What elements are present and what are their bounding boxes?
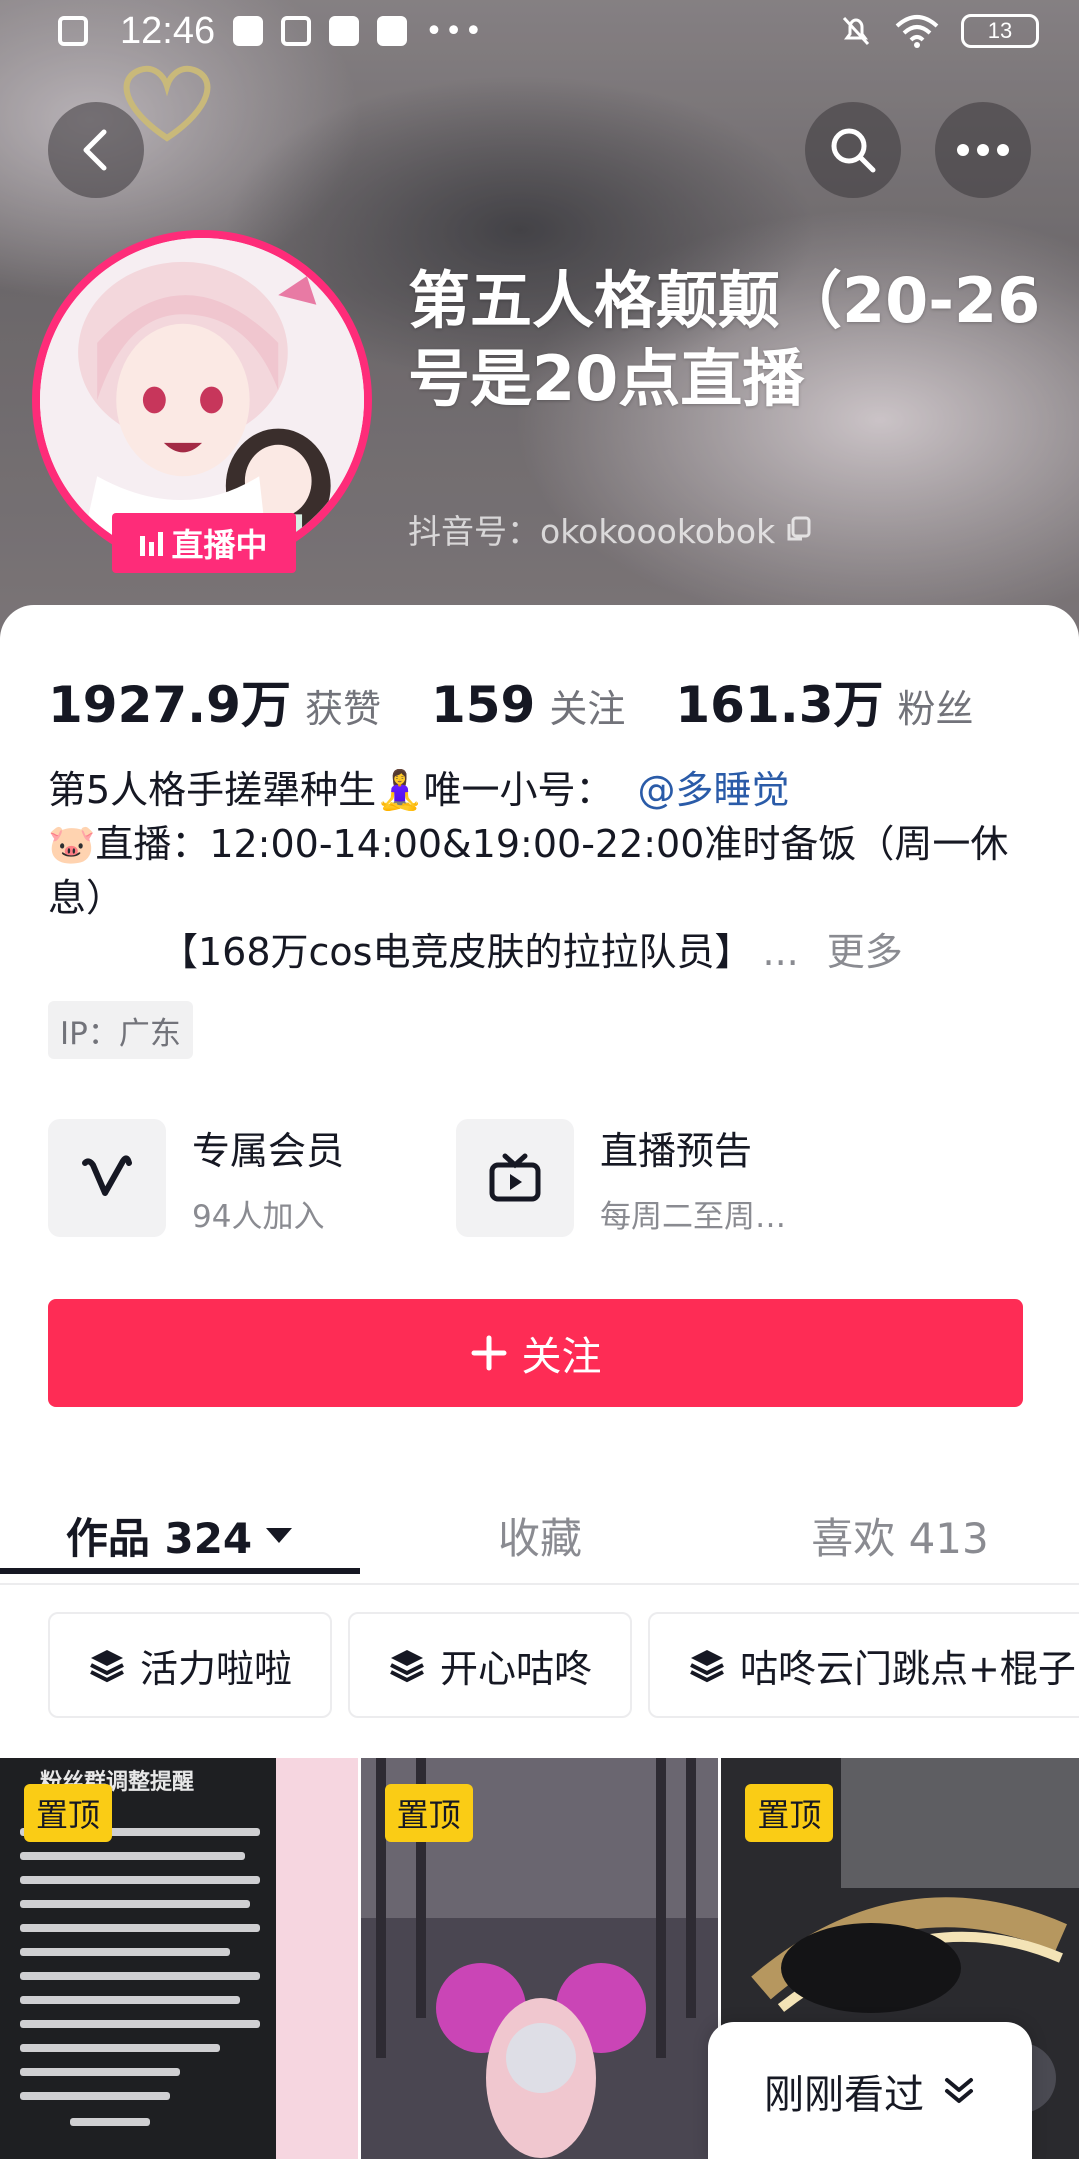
live-schedule-entry[interactable]: 直播预告 每周二至周… <box>456 1119 786 1237</box>
app-notification-icon <box>281 16 312 46</box>
mute-bell-icon <box>842 16 870 46</box>
tab-favorites-label: 收藏 <box>497 1513 582 1563</box>
profile-stats: 1927.9万 获赞 159 关注 161.3万 粉丝 <box>48 665 974 737</box>
more-dots-icon <box>957 144 1009 156</box>
recently-viewed-label: 刚刚看过 <box>764 2071 924 2118</box>
collection-chip-label: 开心咕咚 <box>440 1646 593 1691</box>
recently-viewed-button[interactable]: 刚刚看过 <box>708 2022 1032 2159</box>
video-thumbnail[interactable]: 置顶 粉丝群调整提醒 <box>0 1758 358 2159</box>
copy-icon[interactable] <box>785 515 813 543</box>
collection-chip-label: 咕咚云门跳点+棍子 <box>740 1646 1076 1691</box>
membership-entry[interactable]: 专属会员 94人加入 <box>48 1119 344 1237</box>
tab-likes-label: 喜欢 413 <box>811 1513 989 1563</box>
collection-chip[interactable]: 咕咚云门跳点+棍子 <box>648 1612 1079 1718</box>
live-bars-icon <box>140 530 164 556</box>
caret-down-icon <box>266 1528 293 1543</box>
double-chevron-down-icon <box>945 2077 973 2103</box>
search-button[interactable] <box>805 102 901 198</box>
tv-live-icon <box>489 1153 541 1202</box>
pinned-badge: 置顶 <box>24 1784 113 1842</box>
back-button[interactable] <box>48 102 144 198</box>
app-notification-icon <box>377 16 408 46</box>
notification-icon <box>58 16 88 46</box>
tab-works-label: 作品 324 <box>65 1513 253 1563</box>
pinned-badge: 置顶 <box>384 1784 473 1842</box>
collection-chip[interactable]: 开心咕咚 <box>348 1612 633 1718</box>
pinned-badge: 置顶 <box>745 1784 834 1842</box>
v-membership-icon <box>82 1155 132 1196</box>
wifi-icon <box>895 15 939 48</box>
bio-line-2: 🐷直播：12:00-14:00&19:00-22:00准时备饭（周一休息） <box>48 822 1009 920</box>
active-tab-indicator <box>0 1568 360 1574</box>
layers-icon <box>690 1650 724 1683</box>
douyin-id[interactable]: 抖音号：okokoookobok <box>408 505 813 553</box>
battery-indicator: 13 <box>961 14 1039 48</box>
collection-chips: 活力啦啦 开心咕咚 咕咚云门跳点+棍子 <box>48 1612 1079 1718</box>
bio-ellipsis: ... <box>762 930 799 974</box>
thumbnail-text-lines <box>20 1828 260 2126</box>
membership-icon-box <box>48 1119 166 1237</box>
collection-chip-label: 活力啦啦 <box>140 1646 293 1691</box>
app-notification-icon <box>233 16 264 46</box>
live-badge-label: 直播中 <box>171 526 268 564</box>
status-bar: 12:46 ••• 13 <box>0 0 1079 62</box>
following-label[interactable]: 关注 <box>549 678 625 733</box>
live-schedule-subtitle: 每周二至周… <box>600 1199 786 1235</box>
app-notification-icon <box>329 16 360 46</box>
layers-icon <box>390 1650 424 1683</box>
follow-button-label: 关注 <box>521 1334 602 1380</box>
collection-chip[interactable]: 活力啦啦 <box>48 1612 333 1718</box>
douyin-id-text: 抖音号：okokoookobok <box>408 512 776 551</box>
following-count[interactable]: 159 <box>431 676 535 734</box>
live-badge[interactable]: 直播中 <box>112 513 296 573</box>
ip-location-tag: IP：广东 <box>48 1001 193 1059</box>
live-schedule-title: 直播预告 <box>600 1129 753 1173</box>
tab-favorites[interactable]: 收藏 <box>360 1485 720 1585</box>
more-notifications-icon: ••• <box>425 13 485 49</box>
bio-mention-link[interactable]: @多睡觉 <box>638 768 790 812</box>
followers-count[interactable]: 161.3万 <box>675 665 883 737</box>
layers-icon <box>90 1650 124 1683</box>
likes-count: 1927.9万 <box>48 676 291 734</box>
status-time: 12:46 <box>120 9 216 52</box>
likes-label: 获赞 <box>304 687 381 731</box>
more-options-button[interactable] <box>935 102 1031 198</box>
tab-likes[interactable]: 喜欢 413 <box>720 1485 1079 1585</box>
live-schedule-icon-box <box>456 1119 574 1237</box>
followers-label[interactable]: 粉丝 <box>898 678 974 733</box>
membership-subtitle: 94人加入 <box>192 1199 325 1235</box>
membership-title: 专属会员 <box>192 1129 345 1173</box>
follow-button[interactable]: 关注 <box>48 1299 1023 1407</box>
bio-line-3: 【168万cos电竞皮肤的拉拉队员】 <box>160 930 753 974</box>
bio-more-link[interactable]: 更多 <box>827 930 903 974</box>
bio: 第5人格手搓犟种生🧘‍♀️唯一小号： @多睡觉 🐷直播：12:00-14:00&1… <box>48 763 1048 979</box>
profile-content: 1927.9万 获赞 159 关注 161.3万 粉丝 第5人格手搓犟种生🧘‍♀… <box>0 605 1079 2159</box>
plus-icon <box>471 1335 506 1371</box>
chevron-left-icon <box>83 129 107 171</box>
video-thumbnail[interactable]: 置顶 <box>360 1758 719 2159</box>
search-icon <box>831 128 876 173</box>
bio-line-1: 第5人格手搓犟种生🧘‍♀️唯一小号： <box>48 768 614 812</box>
profile-name: 第五人格颠颠（20-26号是20点直播 <box>408 264 1041 415</box>
